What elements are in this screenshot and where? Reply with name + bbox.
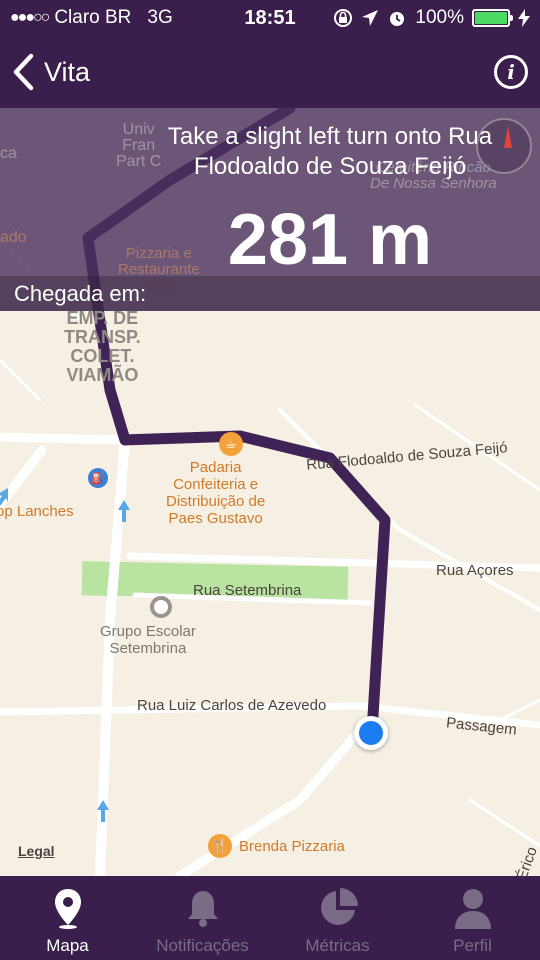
back-button[interactable]: Vita	[12, 53, 90, 91]
poi-label-brenda-pizzaria: Brenda Pizzaria	[239, 838, 345, 855]
navigation-bar: Vita i	[0, 36, 540, 108]
person-icon	[451, 886, 495, 930]
poi-label-lanches: op Lanches	[0, 503, 74, 520]
bell-icon	[181, 886, 225, 930]
charging-bolt-icon	[518, 9, 530, 27]
back-label: Vita	[44, 56, 91, 87]
tab-label: Notificações	[156, 936, 249, 955]
info-icon[interactable]: i	[494, 55, 528, 89]
road-label-rua-acores: Rua Açores	[436, 562, 514, 579]
direction-panel: Univ Fran Part C Pizzaria e Restaurante …	[0, 108, 540, 294]
tab-label: Perfil	[453, 936, 492, 955]
chevron-left-icon	[13, 53, 34, 91]
fuel-icon: ⛽	[88, 468, 108, 488]
school-icon	[150, 596, 172, 618]
current-location-marker	[354, 716, 388, 750]
poi-label-padaria: Padaria Confeiteria e Distribuição de Pa…	[166, 459, 266, 527]
turn-instruction: Take a slight left turn onto Rua Flodoal…	[167, 123, 493, 180]
legal-link[interactable]: Legal	[18, 843, 55, 859]
distance-to-turn: 281 m	[227, 200, 433, 280]
arrival-time-label: Chegada em:	[0, 276, 540, 311]
map-pin-icon	[46, 886, 90, 930]
road-label-ado: ado	[0, 229, 27, 246]
road-label-ca: ca	[0, 145, 17, 162]
signal-strength-icon: ●●●○○	[10, 9, 50, 26]
road-label-rua-luiz: Rua Luiz Carlos de Azevedo	[137, 697, 327, 714]
alarm-clock-icon	[390, 12, 405, 26]
tab-metricas[interactable]: Métricas	[270, 876, 405, 960]
tab-bar: Mapa Notificações Métricas Perfil	[0, 876, 540, 960]
pie-chart-icon	[316, 886, 360, 930]
rotation-lock-icon	[334, 9, 353, 27]
location-services-icon	[362, 10, 379, 26]
battery-level	[475, 12, 507, 24]
current-location-dot	[359, 721, 383, 745]
restaurant-icon: ☕	[219, 432, 243, 456]
status-time: 18:51	[244, 6, 296, 29]
restaurant-icon: 🍴	[208, 834, 232, 858]
road-label-rua-setembrina: Rua Setembrina	[193, 582, 302, 599]
tab-notificacoes[interactable]: Notificações	[135, 876, 270, 960]
tab-mapa[interactable]: Mapa	[0, 876, 135, 960]
tab-label: Mapa	[46, 936, 89, 955]
network-type: 3G	[147, 7, 173, 28]
tab-label: Métricas	[305, 936, 370, 955]
battery-percent: 100%	[415, 7, 464, 28]
poi-label-emp-transp: EMP. DE TRANSP. COLET. VIAMÃO	[64, 308, 141, 385]
poi-label-grupo-escolar: Grupo Escolar Setembrina	[100, 623, 196, 657]
status-bar: ●●●○○ Claro BR 3G 18:51 100%	[0, 0, 540, 36]
battery-icon	[472, 9, 513, 27]
carrier-name: Claro BR	[54, 7, 132, 28]
tab-perfil[interactable]: Perfil	[405, 876, 540, 960]
